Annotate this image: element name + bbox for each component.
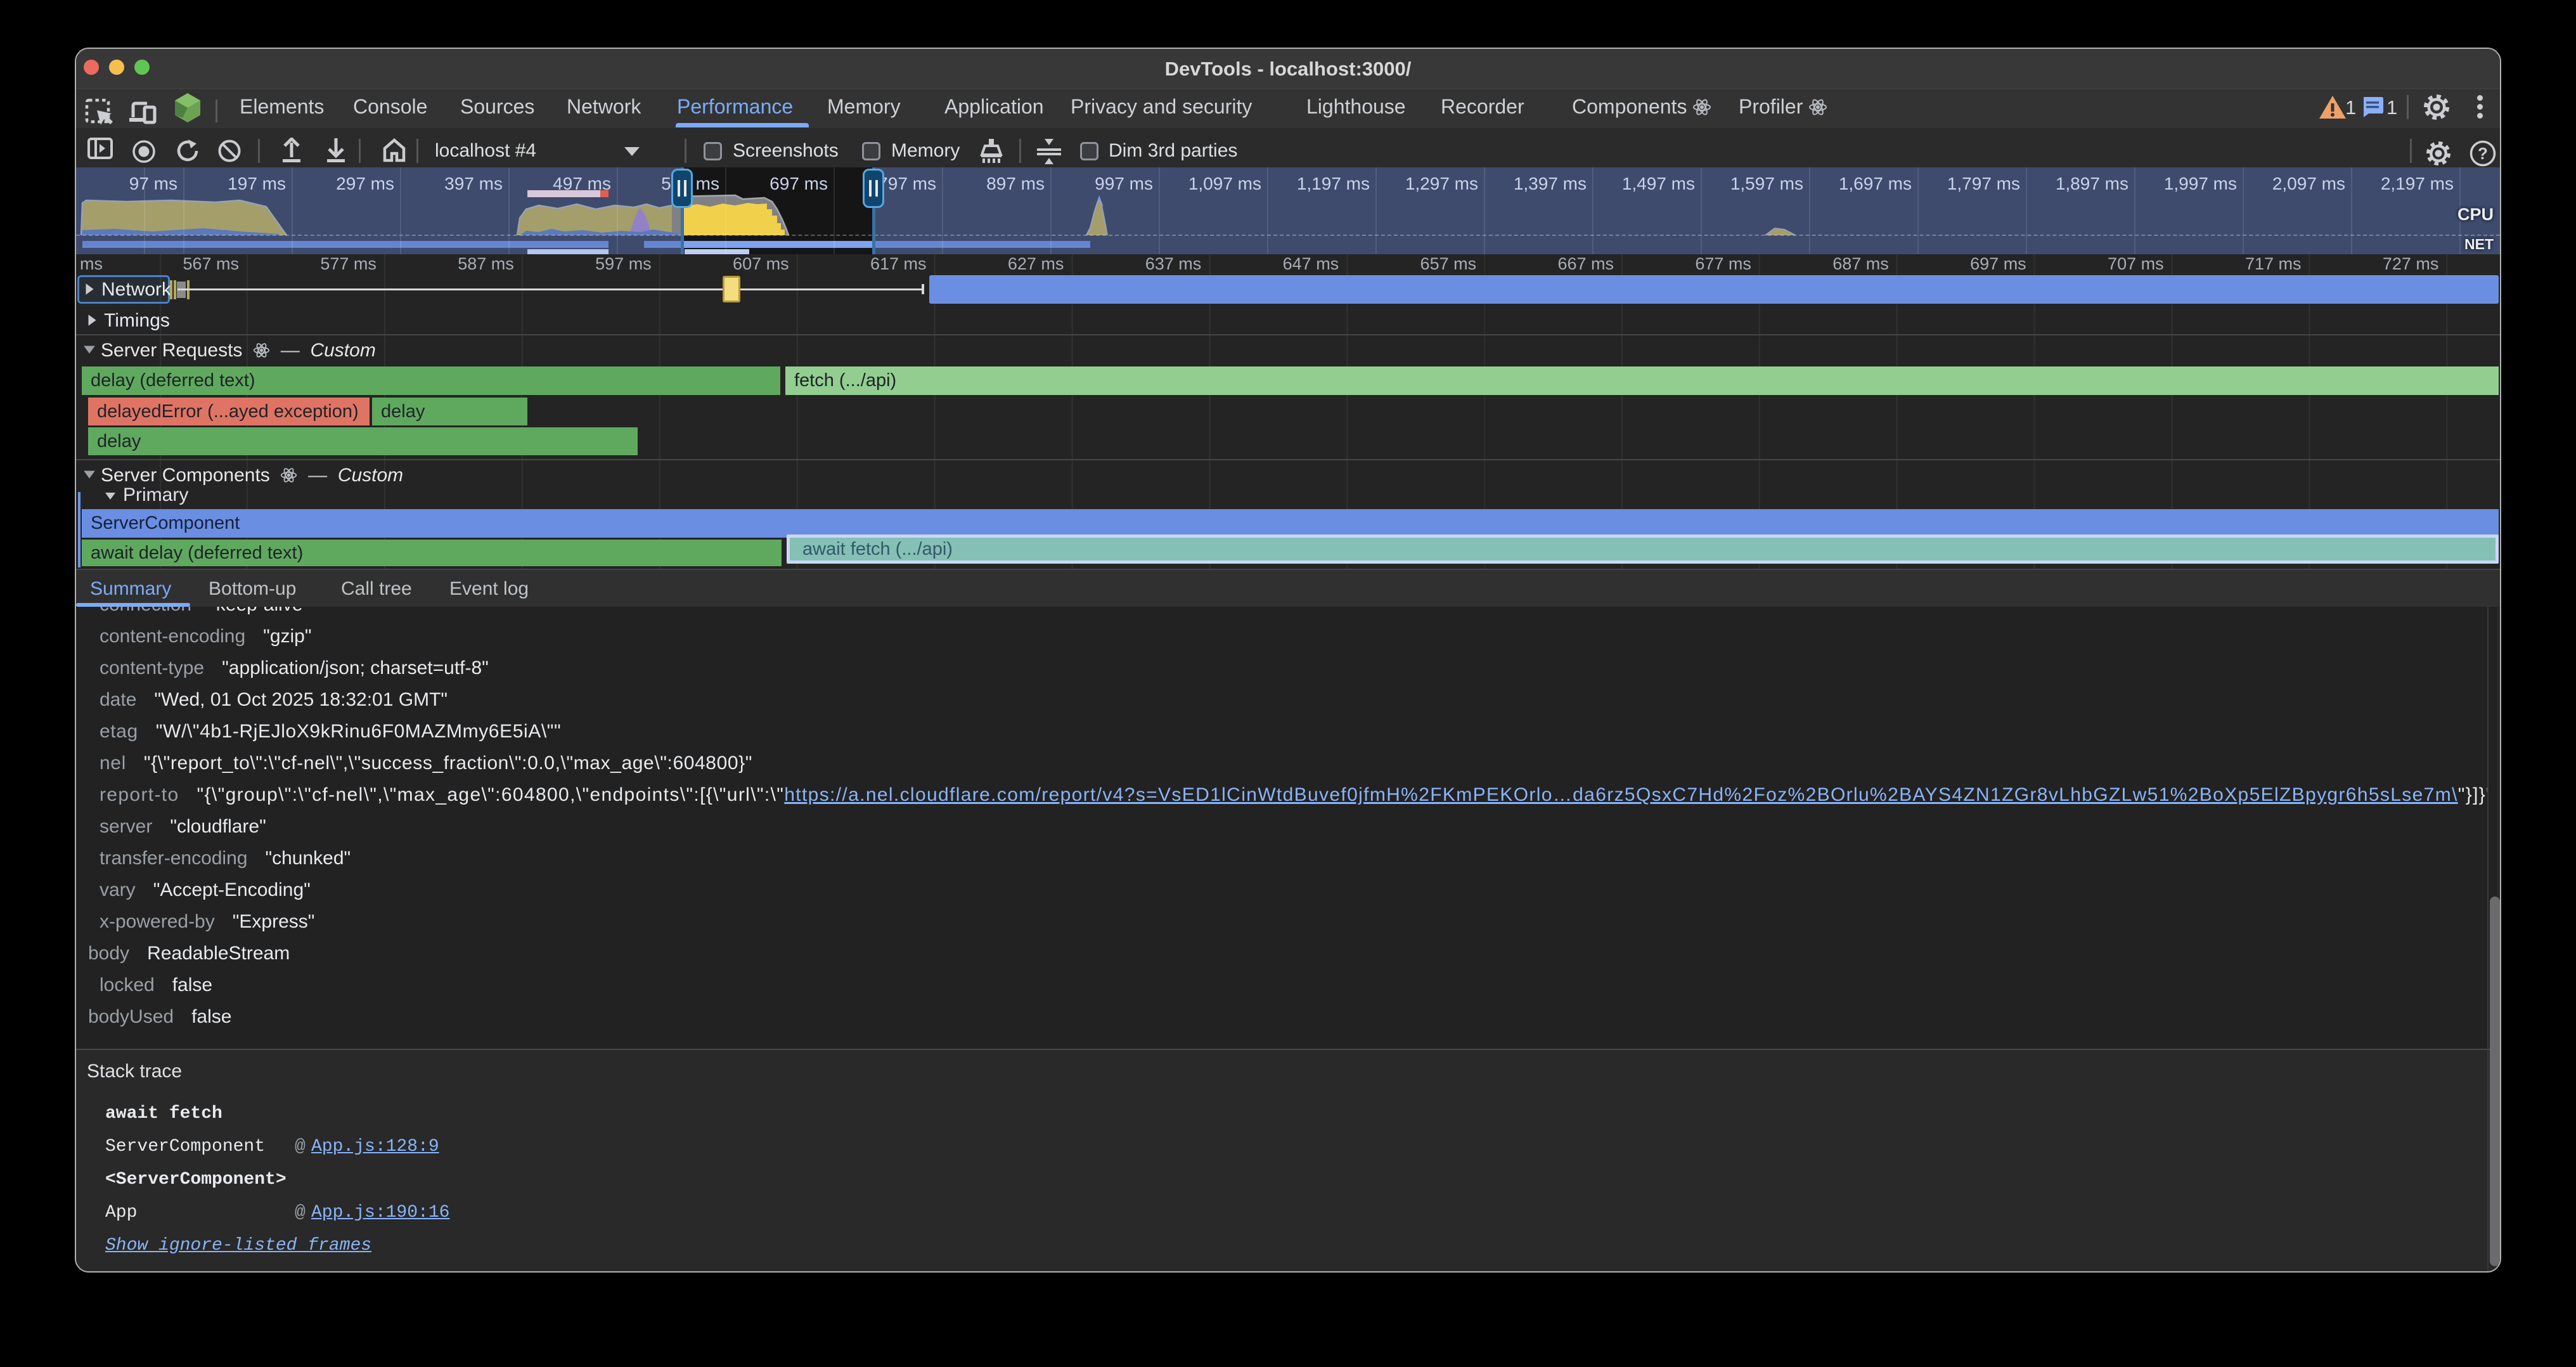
svg-text:?: ? — [2478, 144, 2488, 163]
